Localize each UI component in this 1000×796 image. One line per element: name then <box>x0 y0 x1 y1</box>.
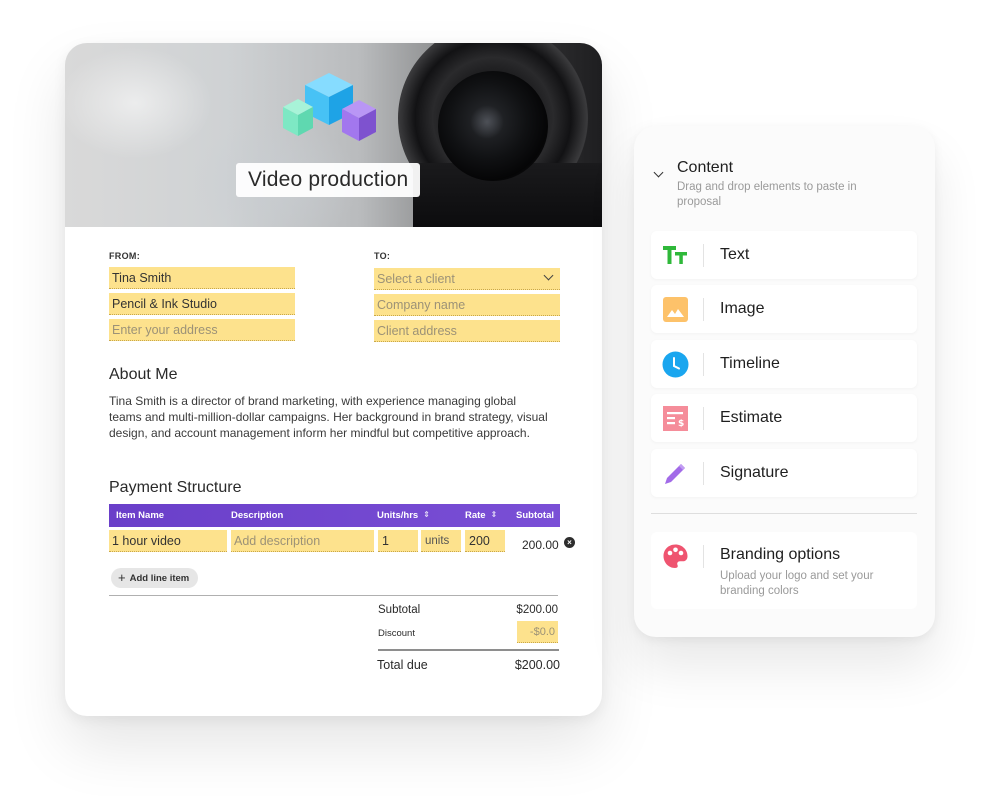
content-item-image[interactable]: Image <box>651 285 917 333</box>
item-description-field[interactable]: Add description <box>231 530 374 552</box>
client-address-field[interactable]: Client address <box>374 320 560 342</box>
column-header-description: Description <box>231 510 284 521</box>
panel-divider <box>651 513 917 514</box>
panel-title[interactable]: Content <box>677 159 733 177</box>
text-icon <box>663 246 687 264</box>
content-item-label: Image <box>720 300 765 317</box>
column-header-rate[interactable]: Rate ⇕ <box>465 504 497 527</box>
item-units-field[interactable]: 1 <box>378 530 418 552</box>
to-label: TO: <box>374 251 391 261</box>
cubes-logo-icon <box>283 73 376 141</box>
item-unit-type-field[interactable]: units <box>421 530 461 552</box>
content-item-label: Estimate <box>720 409 783 426</box>
pencil-icon <box>665 464 685 484</box>
svg-text:$: $ <box>678 419 684 429</box>
subtotal-value: $200.00 <box>516 604 558 616</box>
discount-label: Discount <box>378 628 415 639</box>
branding-options-label: Branding options <box>720 546 841 563</box>
branding-options-item[interactable]: Branding options Upload your logo and se… <box>651 532 917 609</box>
from-address-field[interactable]: Enter your address <box>109 319 295 341</box>
item-subtotal: 200.00 <box>522 538 559 552</box>
column-header-units[interactable]: Units/hrs ⇕ <box>377 504 430 527</box>
sort-icon[interactable]: ⇕ <box>491 511 498 519</box>
from-company-field[interactable]: Pencil & Ink Studio <box>109 293 295 315</box>
hero-banner-image: Video production <box>65 43 602 227</box>
sort-icon[interactable]: ⇕ <box>423 511 430 519</box>
client-select-value: Select a client <box>377 272 455 286</box>
about-text[interactable]: Tina Smith is a director of brand market… <box>109 393 549 442</box>
total-divider <box>378 649 559 651</box>
column-header-rate-label: Rate <box>465 510 486 521</box>
proposal-document: Video production FROM: Tina Smith Pencil… <box>65 43 602 716</box>
from-name-field[interactable]: Tina Smith <box>109 267 295 289</box>
tile-separator <box>703 298 704 321</box>
content-item-timeline[interactable]: Timeline <box>651 340 917 388</box>
content-item-signature[interactable]: Signature <box>651 449 917 497</box>
content-item-label: Signature <box>720 464 789 481</box>
plus-icon: + <box>118 570 126 585</box>
add-line-item-label: Add line item <box>129 573 190 584</box>
client-select[interactable]: Select a client <box>374 268 560 290</box>
content-item-estimate[interactable]: $ Estimate <box>651 394 917 442</box>
payment-heading: Payment Structure <box>109 479 242 496</box>
table-divider <box>109 595 558 596</box>
clock-icon <box>662 351 689 378</box>
receipt-icon: $ <box>663 406 688 431</box>
column-header-subtotal: Subtotal <box>516 510 554 521</box>
image-icon <box>663 297 688 322</box>
proposal-title[interactable]: Video production <box>236 163 421 197</box>
chevron-down-icon <box>543 270 554 281</box>
content-panel: Content Drag and drop elements to paste … <box>634 126 935 637</box>
palette-icon <box>663 544 688 568</box>
subtotal-label: Subtotal <box>378 604 421 616</box>
client-company-field[interactable]: Company name <box>374 294 560 316</box>
total-due-value: $200.00 <box>514 658 560 672</box>
column-header-item-name: Item Name <box>116 510 165 521</box>
from-label: FROM: <box>109 251 140 261</box>
item-rate-field[interactable]: 200 <box>465 530 505 552</box>
tile-separator <box>703 353 704 376</box>
tile-separator <box>703 407 704 430</box>
discount-field[interactable]: -$0.0 <box>517 621 558 643</box>
payment-table-header: Item Name Description Units/hrs ⇕ Rate ⇕ S… <box>109 504 560 527</box>
content-item-label: Text <box>720 246 750 263</box>
tile-separator <box>703 244 704 267</box>
panel-subtitle: Drag and drop elements to paste in propo… <box>677 181 857 208</box>
branding-options-description: Upload your logo and set your branding c… <box>720 570 874 597</box>
tile-separator <box>703 462 704 485</box>
camera-lens-glint <box>470 105 504 139</box>
tile-separator <box>703 545 704 568</box>
remove-row-icon[interactable]: × <box>564 537 575 548</box>
content-item-label: Timeline <box>720 355 780 372</box>
add-line-item-button[interactable]: + Add line item <box>111 568 199 588</box>
collapse-chevron-icon[interactable] <box>653 167 664 178</box>
column-header-units-label: Units/hrs <box>377 510 419 521</box>
total-due-label: Total due <box>377 658 428 672</box>
item-name-field[interactable]: 1 hour video <box>109 530 227 552</box>
about-heading: About Me <box>109 366 178 383</box>
content-item-text[interactable]: Text <box>651 231 917 279</box>
